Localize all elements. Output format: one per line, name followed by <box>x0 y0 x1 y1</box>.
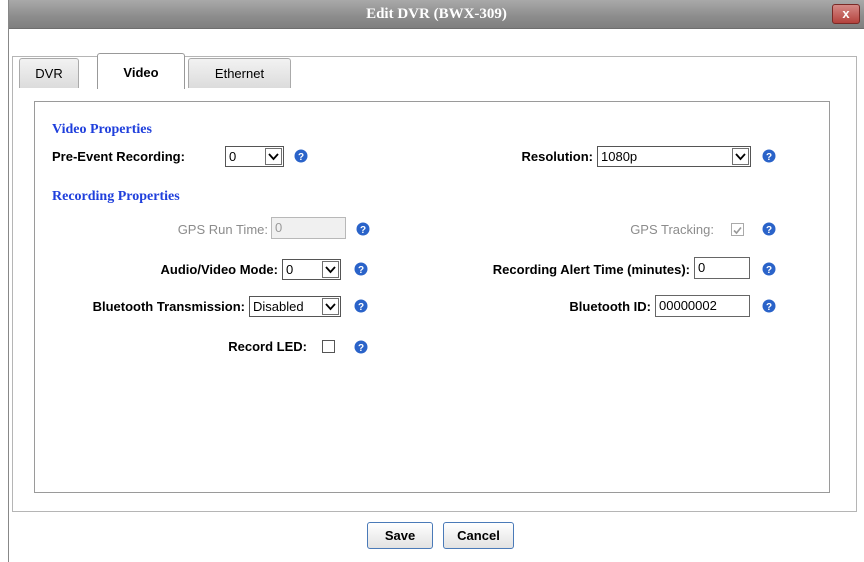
help-icon[interactable]: ? <box>762 262 776 276</box>
svg-text:?: ? <box>298 152 304 163</box>
help-icon[interactable]: ? <box>762 149 776 163</box>
tab-video[interactable]: Video <box>97 53 185 89</box>
help-icon[interactable]: ? <box>356 222 370 236</box>
pre-event-recording-value: 0 <box>229 149 237 164</box>
chevron-down-icon <box>322 261 339 278</box>
bluetooth-id-input[interactable]: 00000002 <box>655 295 750 317</box>
svg-text:?: ? <box>360 225 366 236</box>
recording-alert-time-label: Recording Alert Time (minutes): <box>492 262 690 277</box>
svg-text:?: ? <box>766 302 772 313</box>
gps-run-time-label: GPS Run Time: <box>177 222 268 237</box>
cancel-button[interactable]: Cancel <box>443 522 514 549</box>
help-icon[interactable]: ? <box>354 262 368 276</box>
help-icon[interactable]: ? <box>762 222 776 236</box>
record-led-label: Record LED: <box>228 339 307 354</box>
audio-video-mode-select[interactable]: 0 <box>282 259 341 280</box>
svg-text:?: ? <box>766 152 772 163</box>
chevron-down-icon <box>732 148 749 165</box>
recording-alert-time-input[interactable]: 0 <box>694 257 750 279</box>
save-button[interactable]: Save <box>367 522 433 549</box>
checkmark-icon <box>733 226 742 235</box>
recording-properties-heading: Recording Properties <box>52 189 180 204</box>
close-icon: x <box>842 6 850 21</box>
audio-video-mode-value: 0 <box>286 262 294 277</box>
video-properties-heading: Video Properties <box>52 122 152 137</box>
help-icon[interactable]: ? <box>762 299 776 313</box>
bluetooth-id-label: Bluetooth ID: <box>569 299 651 314</box>
svg-text:?: ? <box>358 343 364 354</box>
resolution-value: 1080p <box>601 149 638 164</box>
bluetooth-transmission-value: Disabled <box>253 299 304 314</box>
svg-text:?: ? <box>766 225 772 236</box>
help-icon[interactable]: ? <box>294 149 308 163</box>
chevron-down-icon <box>265 148 282 165</box>
dialog-title: Edit DVR (BWX-309) <box>366 6 507 22</box>
help-icon[interactable]: ? <box>354 299 368 313</box>
pre-event-recording-label: Pre-Event Recording: <box>52 149 185 164</box>
svg-text:?: ? <box>358 265 364 276</box>
close-button[interactable]: x <box>832 4 860 24</box>
gps-tracking-label: GPS Tracking: <box>630 222 714 237</box>
tab-dvr[interactable]: DVR <box>19 58 79 88</box>
gps-tracking-checkbox[interactable] <box>731 223 744 236</box>
resolution-select[interactable]: 1080p <box>597 146 751 167</box>
gps-run-time-input[interactable]: 0 <box>271 217 346 239</box>
help-icon[interactable]: ? <box>354 340 368 354</box>
chevron-down-icon <box>322 298 339 315</box>
resolution-label: Resolution: <box>521 149 594 164</box>
title-bar[interactable]: Edit DVR (BWX-309) x <box>9 0 864 29</box>
svg-text:?: ? <box>766 265 772 276</box>
pre-event-recording-select[interactable]: 0 <box>225 146 284 167</box>
bluetooth-transmission-select[interactable]: Disabled <box>249 296 341 317</box>
record-led-checkbox[interactable] <box>322 340 335 353</box>
svg-text:?: ? <box>358 302 364 313</box>
bluetooth-transmission-label: Bluetooth Transmission: <box>92 299 245 314</box>
audio-video-mode-label: Audio/Video Mode: <box>160 262 278 277</box>
tab-ethernet[interactable]: Ethernet <box>188 58 291 88</box>
